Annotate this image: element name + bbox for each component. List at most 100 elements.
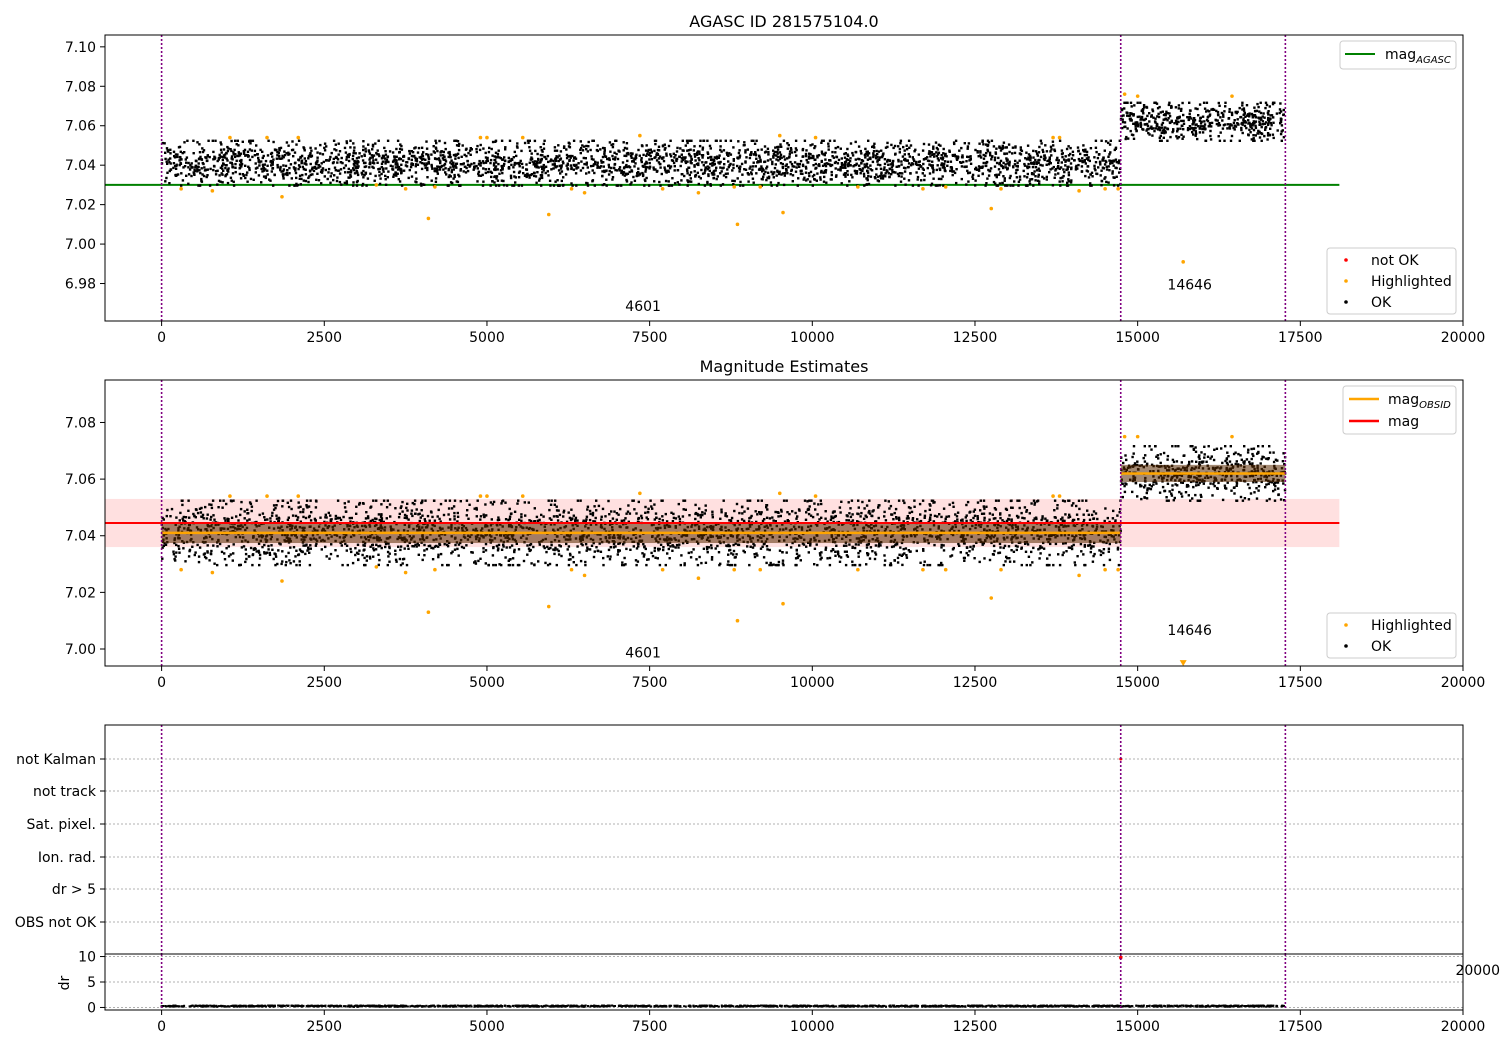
ok-point (608, 158, 611, 162)
ok-point (778, 157, 782, 161)
ok-point (941, 175, 944, 178)
ok-point (860, 159, 864, 162)
ok-point (192, 139, 195, 142)
ok-point (824, 158, 827, 161)
ok-point (353, 159, 356, 163)
ok-point (795, 166, 798, 169)
ok-point (750, 171, 753, 174)
ok-point (864, 147, 867, 151)
ok-point (791, 174, 795, 177)
ok-point (400, 163, 403, 166)
ok-point (1279, 132, 1283, 136)
ok-point (1153, 101, 1156, 104)
ok-point (197, 162, 200, 165)
ok-point (860, 152, 863, 155)
ok-point (319, 143, 322, 147)
ok-point (286, 173, 289, 177)
ok-point (869, 175, 873, 178)
ok-point (1085, 153, 1089, 157)
ok-point (834, 151, 837, 154)
highlighted-point (638, 133, 642, 138)
ok-point (164, 157, 167, 161)
ok-point (768, 548, 771, 552)
ok-point (608, 169, 611, 173)
ok-point (897, 499, 901, 502)
ok-point (711, 516, 714, 519)
ok-point (694, 159, 697, 162)
ok-point (1058, 563, 1062, 567)
ok-point (223, 558, 227, 561)
ok-point (349, 139, 352, 142)
ok-point (1012, 165, 1015, 168)
ok-point (1056, 156, 1059, 160)
ok-point (362, 140, 365, 143)
ok-point (888, 159, 891, 162)
figure: 0 2500 5000 7500 10000 12500 15000 17500 200006.… (0, 0, 1500, 1050)
ok-point (668, 184, 671, 187)
ok-point (309, 173, 312, 177)
ok-point (414, 180, 417, 183)
ok-point (550, 543, 553, 547)
ok-point (552, 167, 555, 170)
ok-point (459, 169, 462, 172)
ok-point (748, 167, 751, 170)
ok-point (540, 184, 543, 187)
ok-point (618, 150, 621, 153)
ok-point (1126, 127, 1129, 130)
ok-point (785, 169, 788, 172)
ok-point (169, 152, 172, 155)
ok-point (943, 169, 946, 172)
ok-point (507, 166, 511, 169)
ok-point (585, 172, 588, 175)
ok-point (704, 561, 708, 564)
ok-point (1251, 124, 1254, 127)
ok-point (364, 150, 367, 153)
ok-point (184, 158, 187, 161)
ok-point (399, 545, 403, 548)
ok-point (1279, 110, 1283, 113)
ok-point (1045, 175, 1048, 179)
ok-point (835, 155, 839, 159)
ok-point (795, 148, 798, 152)
ok-point (1193, 119, 1197, 122)
highlighted-point (921, 187, 925, 191)
ok-point (1226, 123, 1229, 126)
ok-point (621, 561, 624, 564)
ok-point (224, 166, 227, 170)
ok-point (953, 153, 956, 157)
ok-point (555, 563, 558, 567)
ok-point (554, 159, 558, 162)
ok-point (706, 152, 710, 155)
ok-point (435, 141, 438, 145)
ok-point (556, 179, 559, 182)
ok-point (1241, 101, 1244, 104)
ok-point (512, 156, 515, 159)
ok-point (1025, 158, 1029, 161)
ok-point (478, 148, 482, 152)
ok-point (695, 151, 699, 154)
ok-point (960, 146, 963, 150)
ok-point (189, 163, 192, 167)
ok-point (896, 172, 900, 176)
ok-point (371, 145, 375, 148)
highlighted-point (660, 187, 665, 191)
ok-point (1008, 161, 1011, 165)
ok-point (287, 144, 290, 147)
ok-point (1017, 180, 1021, 183)
legend-marker (1344, 279, 1348, 283)
ok-point (704, 166, 707, 169)
ok-point (1109, 151, 1112, 154)
ok-point (1025, 151, 1028, 154)
ok-point (1230, 124, 1233, 127)
ok-point (295, 184, 299, 187)
ok-point (394, 158, 397, 162)
ok-point (394, 166, 398, 169)
ok-point (169, 515, 172, 518)
ok-point (648, 158, 651, 161)
ok-point (761, 178, 764, 181)
ok-point (302, 146, 305, 149)
ok-point (871, 160, 875, 164)
ok-point (197, 157, 201, 161)
ok-point (197, 184, 200, 187)
ok-point (199, 511, 203, 514)
